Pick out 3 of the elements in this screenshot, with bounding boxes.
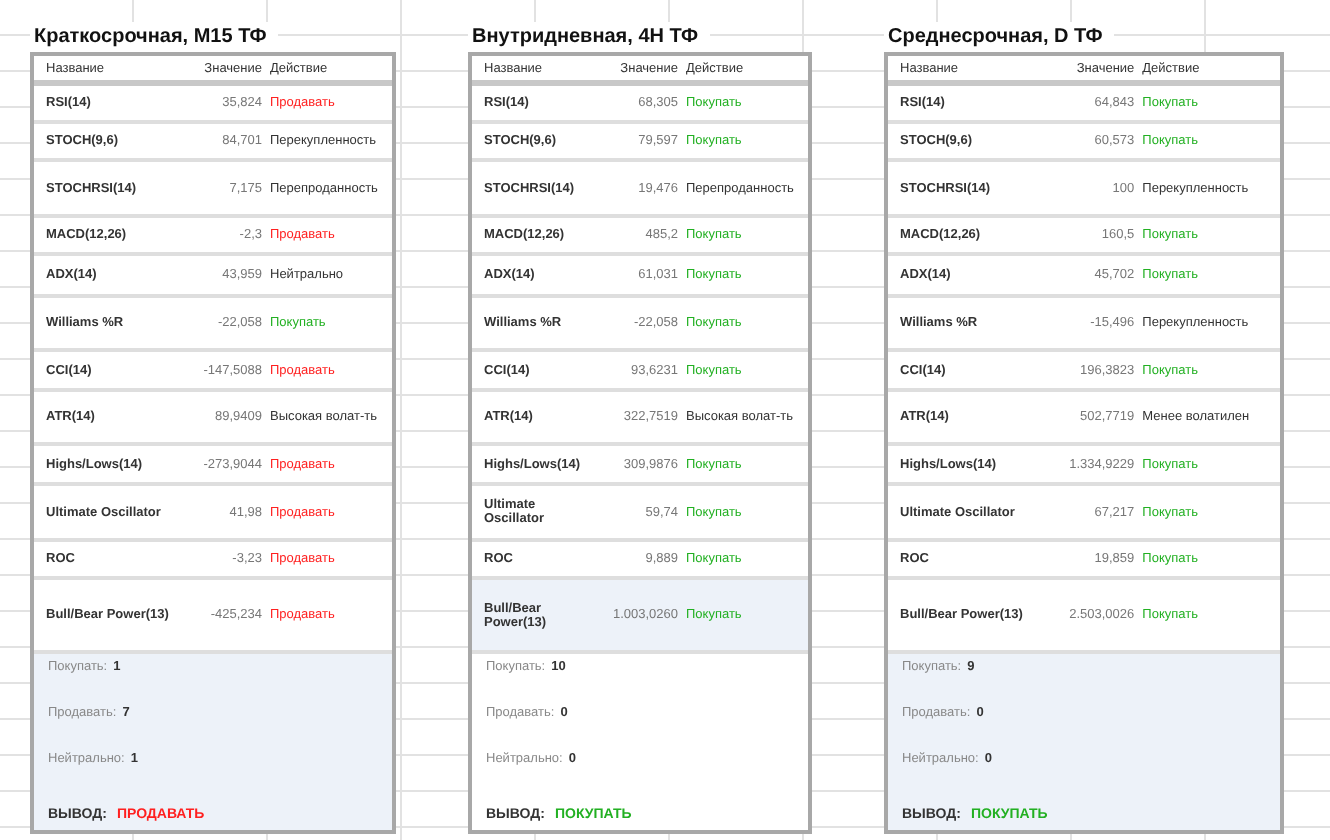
panel-title: Краткосрочная, M15 ТФ (30, 22, 279, 52)
panel-title: Среднесрочная, D ТФ (884, 22, 1115, 52)
panel-title: Внутридневная, 4H ТФ (468, 22, 711, 52)
